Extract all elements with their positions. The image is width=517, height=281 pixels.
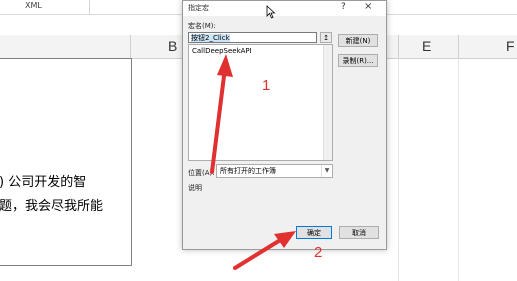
arrow-2-icon: [233, 231, 296, 270]
arrow-1-icon: [210, 54, 233, 174]
annotation-step-1: 1: [262, 77, 271, 94]
annotation-layer: [210, 54, 296, 270]
annotation-step-2: 2: [314, 244, 323, 261]
